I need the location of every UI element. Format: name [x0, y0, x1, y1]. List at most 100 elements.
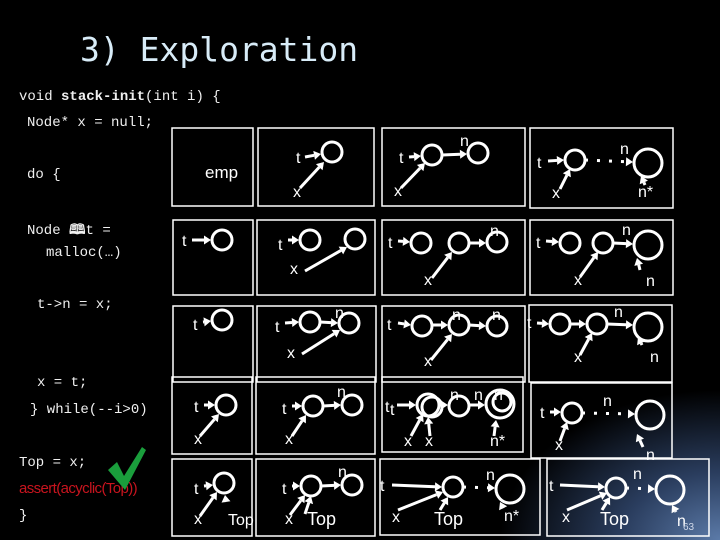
pointer-edge — [397, 493, 438, 512]
heap-node — [585, 312, 609, 336]
diagram-label: x — [425, 433, 433, 450]
diagram-label: n — [450, 387, 459, 404]
diagram-label: x — [424, 353, 432, 370]
diagram-label: Top — [600, 509, 629, 529]
heap-node — [301, 394, 325, 418]
pointer-edge — [298, 166, 321, 190]
diagram-label: t — [275, 319, 280, 336]
heap-panel: t tn n nx x n* — [381, 376, 524, 453]
diagram-label: x — [555, 437, 563, 454]
arrowhead — [413, 152, 421, 162]
heap-node — [212, 471, 236, 495]
arrowhead — [204, 235, 211, 245]
arrowhead — [647, 484, 655, 494]
pointer-edge — [547, 158, 558, 163]
heap-panel: t n x n — [527, 304, 673, 383]
arrowhead — [292, 235, 299, 245]
diagram-label: t — [193, 317, 198, 334]
arrowhead — [625, 320, 633, 330]
diagram-label: t — [537, 155, 542, 172]
diagram-label: n — [460, 133, 469, 150]
pointer-edge — [409, 419, 421, 437]
may-pointer-edge — [462, 485, 489, 490]
arrowhead — [434, 482, 442, 492]
heap-node — [299, 474, 323, 498]
pointer-edge — [558, 174, 569, 190]
diagram-label: x — [552, 185, 560, 202]
pointer-edge — [198, 418, 216, 437]
page-number: 63 — [683, 522, 695, 533]
panel-border — [381, 219, 526, 296]
heap-node — [548, 312, 572, 336]
arrowhead — [579, 319, 586, 329]
heap-panel: t n x — [255, 376, 376, 455]
diagram-label: t — [536, 235, 541, 252]
check-icon — [108, 447, 146, 490]
heap-node — [298, 310, 322, 334]
diagram-label: t — [387, 317, 392, 334]
diagram-label: x — [285, 511, 293, 528]
pointer-edge — [566, 494, 602, 512]
diagram-label: x — [194, 511, 202, 528]
diagram-label: t — [527, 315, 532, 332]
heap-panel: t n x — [381, 219, 526, 296]
heap-panel: t n n x — [381, 305, 526, 383]
diagram-label: t — [182, 233, 187, 250]
heap-node — [210, 308, 234, 332]
panel-border — [257, 127, 375, 207]
arrowhead — [478, 321, 486, 331]
pointer-edge — [638, 439, 645, 448]
heap-panel: tx — [257, 127, 375, 207]
heap-node — [298, 228, 322, 252]
arrowhead — [441, 400, 448, 410]
heap-node — [563, 148, 587, 172]
diagram-label: n — [452, 307, 461, 324]
heap-panel: t n x n — [529, 219, 674, 296]
heap-node — [447, 231, 471, 255]
heap-node — [320, 140, 344, 164]
diagram-label: n — [646, 447, 655, 464]
diagram-label: Top — [228, 512, 254, 529]
heap-panel: tx — [256, 219, 376, 296]
panel-border — [528, 304, 673, 383]
diagram-label: x — [290, 261, 298, 278]
diagram-label: t — [390, 402, 395, 419]
heap-panel: t — [172, 305, 254, 383]
arrowhead — [295, 401, 302, 411]
pointer-edge — [304, 153, 315, 159]
diagram-label: n — [646, 273, 655, 290]
pointer-edge — [430, 256, 449, 279]
diagram-label: n — [486, 467, 495, 484]
arrowhead — [556, 155, 564, 165]
diagram-label: n — [490, 223, 499, 240]
pointer-edge — [559, 483, 599, 489]
arrowhead — [205, 481, 213, 491]
diagram-label: n — [494, 387, 503, 404]
arrowhead — [313, 150, 321, 160]
arrowhead — [541, 318, 549, 328]
heap-node — [210, 228, 234, 252]
diagram-label: t — [540, 405, 545, 422]
arrowhead — [554, 407, 561, 417]
pointer-edge — [429, 338, 449, 361]
pointer-edge — [578, 256, 596, 278]
arrowhead — [479, 238, 486, 248]
diagram-label: x — [562, 509, 570, 526]
arrowhead — [333, 480, 341, 490]
heap-node — [420, 143, 444, 167]
arrowhead — [459, 149, 467, 159]
may-pointer-edge — [625, 486, 649, 491]
heap-node — [441, 475, 465, 499]
heap-node — [410, 314, 434, 338]
heap-node — [558, 231, 582, 255]
diagram-label: n — [620, 141, 629, 158]
arrowhead — [409, 400, 416, 410]
summary-node — [494, 473, 526, 505]
summary-node — [632, 311, 664, 343]
pointer-edge — [284, 321, 293, 325]
pointer-edge — [639, 342, 644, 346]
diagram-label: n — [337, 384, 346, 401]
diagram-label: n — [633, 466, 642, 483]
diagram-label: t — [399, 150, 404, 167]
arrowhead — [221, 495, 231, 503]
